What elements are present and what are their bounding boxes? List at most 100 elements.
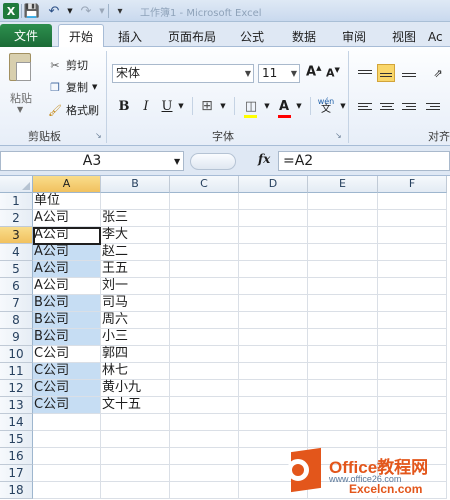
cell-e13[interactable] (308, 397, 378, 414)
cell-d10[interactable] (239, 346, 308, 363)
tab-insert[interactable]: 插入 (108, 26, 152, 47)
clipboard-launcher-icon[interactable]: ↘ (95, 131, 102, 140)
cell-e11[interactable] (308, 363, 378, 380)
cell-f8[interactable] (378, 312, 447, 329)
align-right-button[interactable] (400, 97, 418, 115)
tab-acrobat[interactable]: Ac (428, 26, 450, 47)
cell-a12[interactable]: C公司 (33, 380, 101, 397)
cell-c15[interactable] (170, 431, 239, 448)
cell-c5[interactable] (170, 261, 239, 278)
cell-b3[interactable]: 李大 (101, 227, 170, 244)
tab-data[interactable]: 数据 (282, 26, 326, 47)
copy-dropdown-icon[interactable]: ▼ (92, 83, 97, 91)
cell-c12[interactable] (170, 380, 239, 397)
cell-d7[interactable] (239, 295, 308, 312)
cell-d6[interactable] (239, 278, 308, 295)
redo-icon[interactable]: ↷ (78, 3, 94, 19)
cell-f3[interactable] (378, 227, 447, 244)
cell-a6[interactable]: A公司 (33, 278, 101, 295)
cell-e4[interactable] (308, 244, 378, 261)
font-launcher-icon[interactable]: ↘ (335, 131, 342, 140)
cell-c17[interactable] (170, 465, 239, 482)
cell-b1[interactable] (101, 193, 170, 210)
row-header[interactable]: 17 (0, 465, 33, 482)
cell-c9[interactable] (170, 329, 239, 346)
cell-d13[interactable] (239, 397, 308, 414)
tab-page-layout[interactable]: 页面布局 (162, 26, 222, 47)
fill-dropdown-icon[interactable]: ▼ (262, 97, 272, 115)
cell-a11[interactable]: C公司 (33, 363, 101, 380)
cell-b11[interactable]: 林七 (101, 363, 170, 380)
cell-f15[interactable] (378, 431, 447, 448)
cell-b7[interactable]: 司马 (101, 295, 170, 312)
align-left-button[interactable] (356, 97, 374, 115)
paste-icon[interactable] (9, 53, 31, 81)
tab-formulas[interactable]: 公式 (232, 26, 272, 47)
cell-b15[interactable] (101, 431, 170, 448)
row-header[interactable]: 6 (0, 278, 33, 295)
cell-e5[interactable] (308, 261, 378, 278)
name-box-dropdown-icon[interactable]: ▼ (174, 157, 180, 166)
cell-a2[interactable]: A公司 (33, 210, 101, 227)
cell-f1[interactable] (378, 193, 447, 210)
cell-e7[interactable] (308, 295, 378, 312)
row-header[interactable]: 14 (0, 414, 33, 431)
cell-f6[interactable] (378, 278, 447, 295)
cell-b2[interactable]: 张三 (101, 210, 170, 227)
font-name-select[interactable]: 宋体 ▼ (112, 64, 254, 83)
cell-c7[interactable] (170, 295, 239, 312)
cell-e9[interactable] (308, 329, 378, 346)
cell-a7[interactable]: B公司 (33, 295, 101, 312)
cell-c14[interactable] (170, 414, 239, 431)
cell-c16[interactable] (170, 448, 239, 465)
row-header[interactable]: 9 (0, 329, 33, 346)
select-all-button[interactable] (0, 176, 33, 193)
cell-e1[interactable] (308, 193, 378, 210)
cell-a8[interactable]: B公司 (33, 312, 101, 329)
cell-b10[interactable]: 郭四 (101, 346, 170, 363)
cell-f14[interactable] (378, 414, 447, 431)
row-header[interactable]: 10 (0, 346, 33, 363)
row-header[interactable]: 2 (0, 210, 33, 227)
font-size-select[interactable]: 11 ▼ (258, 64, 300, 83)
tab-file[interactable]: 文件 (0, 24, 52, 47)
cell-d3[interactable] (239, 227, 308, 244)
font-color-button[interactable]: A (276, 97, 292, 115)
cell-f5[interactable] (378, 261, 447, 278)
row-header[interactable]: 18 (0, 482, 33, 499)
phonetic-dropdown-icon[interactable]: ▼ (338, 97, 348, 115)
cell-a13[interactable]: C公司 (33, 397, 101, 414)
cell-b5[interactable]: 王五 (101, 261, 170, 278)
cell-d12[interactable] (239, 380, 308, 397)
italic-button[interactable]: I (138, 97, 154, 115)
cell-a1[interactable]: 单位 (33, 193, 101, 210)
cell-d11[interactable] (239, 363, 308, 380)
grow-font-button[interactable]: A▲ (306, 64, 321, 79)
cell-b9[interactable]: 小三 (101, 329, 170, 346)
phonetic-button[interactable]: wén 文 (314, 97, 338, 115)
align-bottom-button[interactable] (400, 64, 418, 82)
cell-c4[interactable] (170, 244, 239, 261)
tab-view[interactable]: 视图 (384, 26, 424, 47)
fill-color-icon[interactable]: ◫ (242, 97, 260, 115)
border-icon[interactable]: ⊞ (198, 97, 216, 115)
cell-e6[interactable] (308, 278, 378, 295)
cell-a15[interactable] (33, 431, 101, 448)
cell-a10[interactable]: C公司 (33, 346, 101, 363)
cell-e8[interactable] (308, 312, 378, 329)
row-header[interactable]: 11 (0, 363, 33, 380)
cell-e10[interactable] (308, 346, 378, 363)
name-box[interactable]: A3 (0, 151, 184, 171)
save-icon[interactable]: 💾 (24, 3, 40, 19)
cell-a18[interactable] (33, 482, 101, 499)
decrease-indent-button[interactable] (424, 97, 442, 115)
cell-e14[interactable] (308, 414, 378, 431)
cell-c1[interactable] (170, 193, 239, 210)
row-header[interactable]: 3 (0, 227, 33, 244)
cell-c2[interactable] (170, 210, 239, 227)
cell-e3[interactable] (308, 227, 378, 244)
format-painter-button[interactable]: 🖌 格式刷 (48, 101, 99, 119)
cell-f13[interactable] (378, 397, 447, 414)
cell-e2[interactable] (308, 210, 378, 227)
bold-button[interactable]: B (116, 97, 132, 115)
